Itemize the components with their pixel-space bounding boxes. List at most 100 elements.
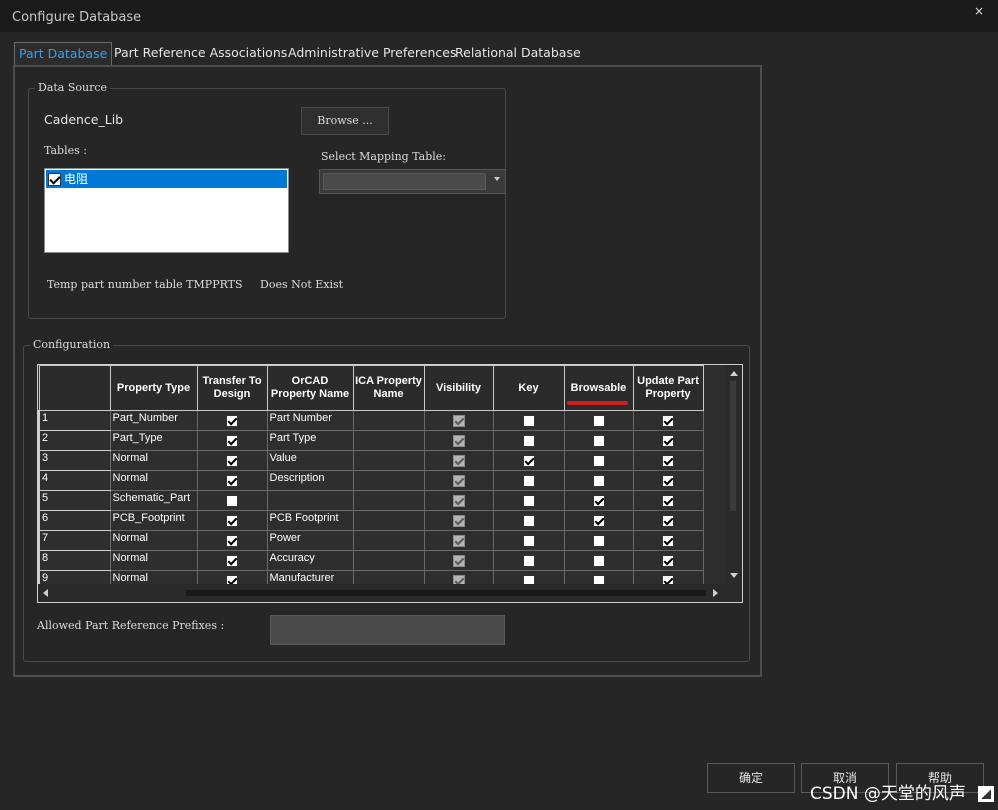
update-part-property-checkbox[interactable] (662, 534, 674, 547)
browsable-checkbox[interactable] (592, 454, 605, 467)
ica-property-name-cell[interactable] (352, 570, 425, 584)
transfer-to-design-checkbox[interactable] (226, 494, 238, 507)
update-part-property-checkbox[interactable] (662, 514, 674, 527)
table-item-checkbox[interactable] (48, 173, 61, 186)
scroll-up-icon[interactable] (730, 371, 738, 376)
property-type-cell[interactable]: Normal (109, 530, 198, 551)
horizontal-scroll-thumb[interactable] (186, 590, 706, 596)
orcad-property-name-cell[interactable]: Accuracy (266, 550, 354, 571)
table-row[interactable]: 3 Normal Value (38, 450, 704, 471)
browsable-checkbox[interactable] (592, 494, 605, 507)
row-number-cell[interactable]: 9 (38, 570, 111, 584)
tab-relational-database[interactable]: Relational Database (455, 42, 581, 66)
update-part-property-checkbox[interactable] (662, 474, 674, 487)
browsable-checkbox[interactable] (592, 474, 605, 487)
ica-property-name-cell[interactable] (352, 490, 425, 511)
transfer-to-design-checkbox[interactable] (226, 454, 238, 467)
chevron-down-icon[interactable] (494, 177, 500, 181)
row-number-cell[interactable]: 1 (38, 410, 111, 431)
orcad-property-name-cell[interactable]: PCB Footprint (266, 510, 354, 531)
browsable-checkbox[interactable] (592, 554, 605, 567)
property-type-cell[interactable]: Schematic_Part (109, 490, 198, 511)
col-header-visibility[interactable]: Visibility (423, 365, 494, 411)
property-type-cell[interactable]: Normal (109, 570, 198, 584)
update-part-property-checkbox[interactable] (662, 434, 674, 447)
property-type-cell[interactable]: Part_Number (109, 410, 198, 431)
ica-property-name-cell[interactable] (352, 530, 425, 551)
table-row[interactable]: 7 Normal Power (38, 530, 704, 551)
mapping-table-dropdown[interactable] (319, 169, 506, 194)
table-row[interactable]: 1 Part_Number Part Number (38, 410, 704, 431)
orcad-property-name-cell[interactable]: Power (266, 530, 354, 551)
property-type-cell[interactable]: Normal (109, 550, 198, 571)
update-part-property-checkbox[interactable] (662, 574, 674, 584)
ica-property-name-cell[interactable] (352, 430, 425, 451)
col-header-ica-property-name[interactable]: ICA Property Name (352, 365, 425, 411)
col-header-property-type[interactable]: Property Type (109, 365, 198, 411)
orcad-property-name-cell[interactable]: Description (266, 470, 354, 491)
col-header-transfer-to-design[interactable]: Transfer To Design (196, 365, 268, 411)
ica-property-name-cell[interactable] (352, 450, 425, 471)
transfer-to-design-checkbox[interactable] (226, 434, 238, 447)
orcad-property-name-cell[interactable]: Part Type (266, 430, 354, 451)
update-part-property-checkbox[interactable] (662, 454, 674, 467)
scroll-right-icon[interactable] (713, 589, 718, 597)
tab-part-reference-associations[interactable]: Part Reference Associations (114, 42, 287, 66)
orcad-property-name-cell[interactable]: Value (266, 450, 354, 471)
vertical-scrollbar[interactable] (725, 365, 742, 584)
ica-property-name-cell[interactable] (352, 510, 425, 531)
update-part-property-checkbox[interactable] (662, 554, 674, 567)
browsable-checkbox[interactable] (592, 534, 605, 547)
table-row[interactable]: 6 PCB_Footprint PCB Footprint (38, 510, 704, 531)
orcad-property-name-cell[interactable]: Manufacturer (266, 570, 354, 584)
key-checkbox[interactable] (522, 494, 535, 507)
key-checkbox[interactable] (522, 474, 535, 487)
close-icon[interactable]: × (974, 4, 984, 18)
key-checkbox[interactable] (522, 534, 535, 547)
key-checkbox[interactable] (522, 574, 535, 584)
row-number-cell[interactable]: 2 (38, 430, 111, 451)
browsable-checkbox[interactable] (592, 434, 605, 447)
table-row[interactable]: 8 Normal Accuracy (38, 550, 704, 571)
transfer-to-design-checkbox[interactable] (226, 414, 238, 427)
key-checkbox[interactable] (522, 414, 535, 427)
table-row[interactable]: 5 Schematic_Part (38, 490, 704, 511)
update-part-property-checkbox[interactable] (662, 414, 674, 427)
table-row[interactable]: 2 Part_Type Part Type (38, 430, 704, 451)
col-header-update-part-property[interactable]: Update Part Property (632, 365, 704, 411)
transfer-to-design-checkbox[interactable] (226, 574, 238, 584)
property-type-cell[interactable]: Normal (109, 470, 198, 491)
key-checkbox[interactable] (522, 454, 535, 467)
col-header-orcad-property-name[interactable]: OrCAD Property Name (266, 365, 354, 411)
ok-button[interactable]: 确定 (707, 763, 795, 793)
row-number-cell[interactable]: 8 (38, 550, 111, 571)
tables-listbox[interactable]: 电阻 (44, 168, 289, 253)
transfer-to-design-checkbox[interactable] (226, 534, 238, 547)
prefixes-input[interactable] (270, 615, 505, 645)
browsable-checkbox[interactable] (592, 574, 605, 584)
scroll-down-icon[interactable] (730, 573, 738, 578)
transfer-to-design-checkbox[interactable] (226, 514, 238, 527)
transfer-to-design-checkbox[interactable] (226, 554, 238, 567)
orcad-property-name-cell[interactable] (266, 490, 354, 511)
ica-property-name-cell[interactable] (352, 470, 425, 491)
vertical-scroll-thumb[interactable] (730, 381, 736, 511)
browse-button[interactable]: Browse ... (301, 107, 389, 135)
key-checkbox[interactable] (522, 434, 535, 447)
row-number-cell[interactable]: 3 (38, 450, 111, 471)
property-type-cell[interactable]: PCB_Footprint (109, 510, 198, 531)
browsable-checkbox[interactable] (592, 414, 605, 427)
resize-grip-icon[interactable] (978, 786, 994, 802)
row-number-cell[interactable]: 6 (38, 510, 111, 531)
row-number-cell[interactable]: 7 (38, 530, 111, 551)
row-number-cell[interactable]: 5 (38, 490, 111, 511)
horizontal-scrollbar[interactable] (38, 584, 742, 602)
tab-administrative-preferences[interactable]: Administrative Preferences (288, 42, 456, 66)
scroll-left-icon[interactable] (43, 589, 48, 597)
key-checkbox[interactable] (522, 554, 535, 567)
key-checkbox[interactable] (522, 514, 535, 527)
transfer-to-design-checkbox[interactable] (226, 474, 238, 487)
ica-property-name-cell[interactable] (352, 410, 425, 431)
property-type-cell[interactable]: Normal (109, 450, 198, 471)
ica-property-name-cell[interactable] (352, 550, 425, 571)
